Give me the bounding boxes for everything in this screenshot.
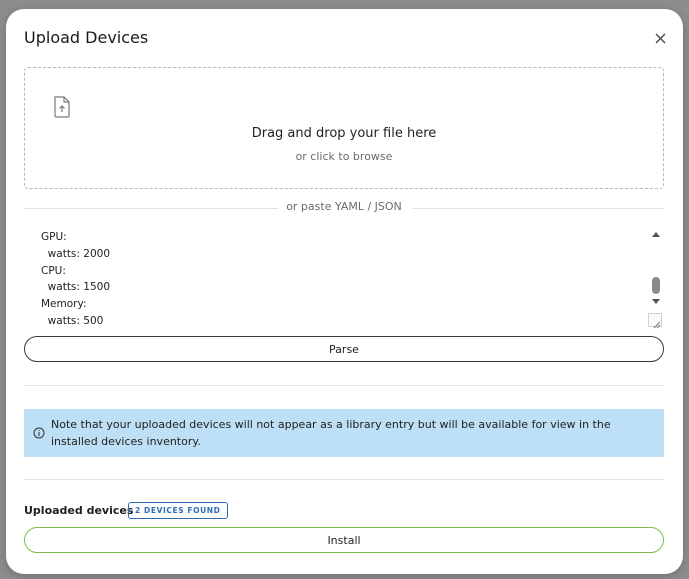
- dropzone-main-text: Drag and drop your file here: [251, 126, 437, 141]
- code-line: Memory:: [41, 298, 87, 311]
- section-divider: [24, 479, 664, 480]
- modal-title: Upload Devices: [24, 28, 149, 47]
- scroll-up-arrow-icon[interactable]: [650, 229, 662, 239]
- textarea-content: GPU: watts: 2000 CPU: watts: 1500 Memory…: [24, 229, 110, 329]
- notice-text: Note that your uploaded devices will not…: [51, 418, 611, 448]
- dropzone-browse-text[interactable]: or click to browse: [25, 150, 663, 163]
- info-icon: [33, 427, 45, 439]
- code-line: watts: 1500: [41, 281, 110, 294]
- file-dropzone[interactable]: Drag and drop your file here or click to…: [24, 67, 664, 189]
- close-button[interactable]: [651, 29, 669, 47]
- upload-devices-modal: Upload Devices Drag and drop your file h…: [6, 9, 683, 574]
- scrollbar-thumb[interactable]: [652, 277, 660, 294]
- code-line: watts: 2000: [41, 247, 110, 260]
- code-line: watts: 500: [41, 314, 104, 327]
- code-line: CPU:: [41, 264, 66, 277]
- file-upload-icon: [54, 96, 70, 118]
- uploaded-devices-label: Uploaded devices: [24, 504, 134, 517]
- section-divider: [24, 385, 664, 386]
- install-button[interactable]: Install: [24, 527, 664, 553]
- parse-button[interactable]: Parse: [24, 336, 664, 362]
- info-notice: Note that your uploaded devices will not…: [24, 409, 664, 457]
- devices-found-badge: 2 DEVICES FOUND: [128, 502, 228, 519]
- or-divider: or paste YAML / JSON: [24, 199, 664, 217]
- resize-grip-lines: [653, 321, 661, 329]
- code-line: GPU:: [41, 231, 67, 243]
- divider-line-right: [412, 208, 664, 209]
- close-icon: [655, 33, 665, 43]
- scroll-down-arrow-icon[interactable]: [650, 297, 662, 307]
- divider-text: or paste YAML / JSON: [286, 200, 402, 213]
- resize-handle-icon[interactable]: [648, 313, 662, 329]
- yaml-json-textarea[interactable]: GPU: watts: 2000 CPU: watts: 1500 Memory…: [24, 225, 664, 329]
